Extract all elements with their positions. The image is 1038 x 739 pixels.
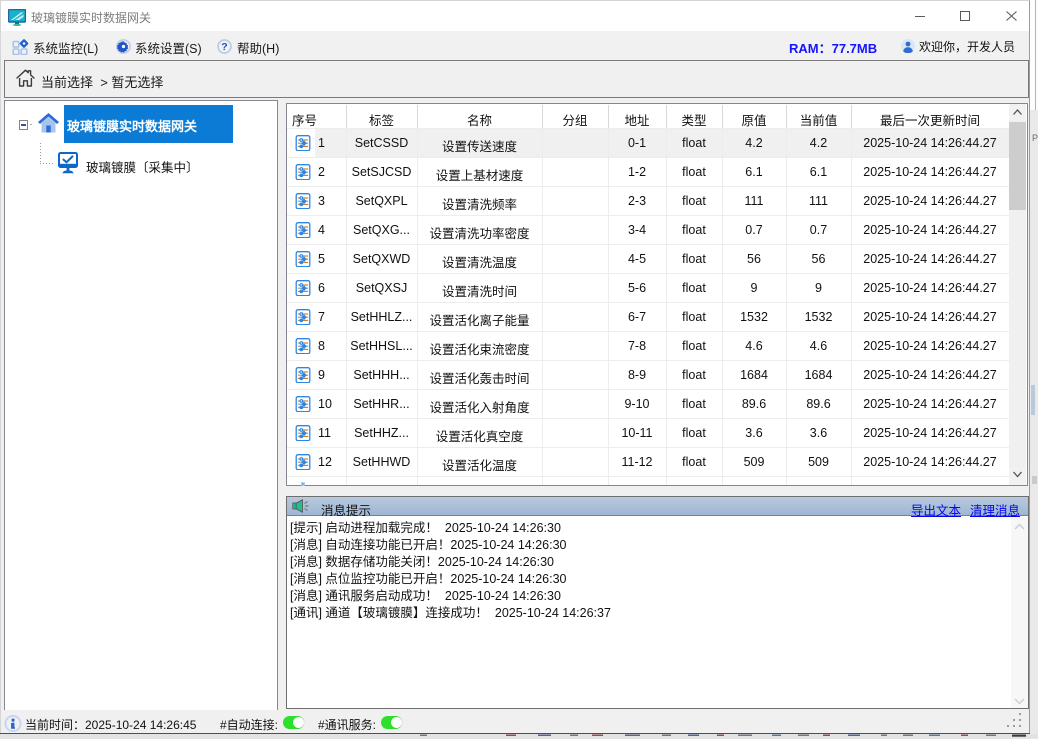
svg-text:?: ? bbox=[221, 41, 227, 53]
